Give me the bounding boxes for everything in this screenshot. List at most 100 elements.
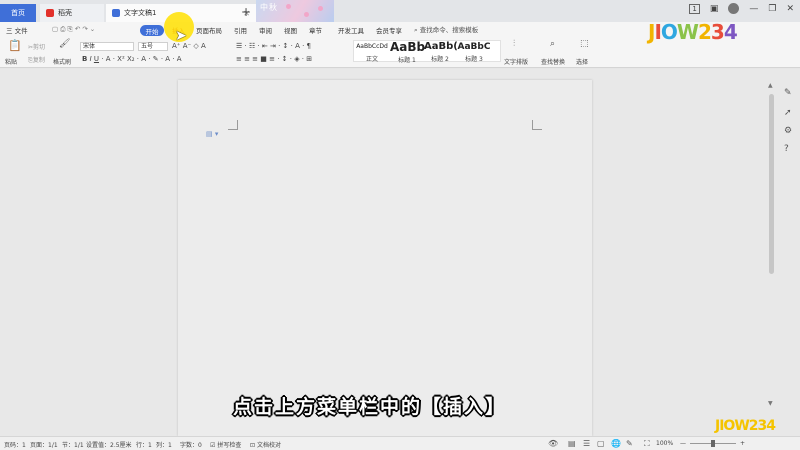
- maximize-icon[interactable]: ❐: [768, 4, 776, 14]
- festival-banner[interactable]: 中秋: [256, 0, 334, 22]
- style-heading-1[interactable]: AaBb 标题 1: [390, 40, 426, 64]
- select-icon[interactable]: ⬚: [580, 39, 589, 49]
- tab-view[interactable]: 视图: [284, 25, 297, 35]
- status-pages[interactable]: 页面：1/1: [30, 440, 58, 449]
- document-workspace: ▤ ▾: [0, 69, 800, 436]
- spell-check-toggle[interactable]: ☑ 拼写检查: [210, 440, 241, 449]
- avatar[interactable]: [728, 3, 740, 14]
- vertical-scrollbar[interactable]: ▲ ▼: [768, 80, 776, 420]
- pointer-icon[interactable]: ➚: [784, 108, 792, 118]
- edit-icon[interactable]: ✎: [784, 88, 792, 98]
- style-normal[interactable]: AaBbCcDd 正文: [356, 40, 388, 63]
- paragraph-icon[interactable]: ▤ ▾: [206, 130, 218, 138]
- paste-button[interactable]: 粘贴: [5, 57, 17, 66]
- right-tool-panel: ✎ ➚ ⚙ ?: [778, 82, 800, 422]
- search-text: 查找命令、搜索模板: [419, 26, 479, 34]
- status-setting[interactable]: 设置值：2.5厘米: [86, 440, 132, 449]
- status-section[interactable]: 节：1/1: [62, 440, 84, 449]
- copy-button[interactable]: ⎘复制: [28, 55, 45, 65]
- web-view-icon[interactable]: 🌐: [611, 439, 621, 448]
- tab-member[interactable]: 会员专享: [376, 25, 402, 35]
- reading-view-icon[interactable]: ▢: [597, 439, 605, 448]
- text-layout-button[interactable]: 文字排版: [504, 57, 528, 66]
- settings-icon[interactable]: ⚙: [784, 126, 792, 136]
- mouse-cursor-icon: ➤: [175, 28, 187, 44]
- spell-check-label: 拼写检查: [217, 442, 242, 449]
- zoom-level[interactable]: 100%: [656, 440, 673, 447]
- copy-label: 复制: [32, 57, 45, 64]
- window-controls: 1 ▣ — ❐ ✕: [689, 3, 794, 14]
- toolbar-quick-icons[interactable]: ▢ ⎙ ⎘ ↶ ↷ ⌄: [52, 25, 95, 34]
- zoom-in-icon[interactable]: +: [740, 440, 745, 447]
- bold-italic-underline-icons[interactable]: B I U · A · X² X₂ · A · ✎ · A · A: [82, 55, 182, 63]
- outline-view-icon[interactable]: ☰: [583, 439, 590, 448]
- checkbox-icon: ☑: [210, 442, 216, 449]
- text-layout-icon[interactable]: ⫶: [513, 39, 515, 49]
- font-size-select[interactable]: 五号: [138, 42, 168, 51]
- write-view-icon[interactable]: ✎: [626, 439, 633, 448]
- window-badge[interactable]: 1: [689, 3, 700, 14]
- style-heading-3-label: 标题 3: [465, 56, 483, 63]
- scroll-down-icon[interactable]: ▼: [768, 400, 773, 407]
- tab-review[interactable]: 审阅: [259, 25, 272, 35]
- petal-icon: [318, 6, 323, 11]
- style-heading-2[interactable]: AaBb( 标题 2: [424, 40, 458, 63]
- tile-icon[interactable]: ▣: [710, 4, 719, 14]
- scroll-thumb[interactable]: [769, 94, 774, 274]
- margin-corner-top-left: [228, 120, 238, 130]
- find-replace-button[interactable]: 查找替换: [541, 57, 565, 66]
- format-painter-icon[interactable]: 🖌: [59, 39, 70, 49]
- daoke-icon: [46, 9, 54, 17]
- tab-developer[interactable]: 开发工具: [338, 25, 364, 35]
- font-name-select[interactable]: 宋体: [80, 42, 134, 51]
- search-icon: ⌕: [414, 26, 418, 34]
- tab-home-label: 首页: [11, 9, 25, 17]
- status-page-number[interactable]: 页码：1: [4, 440, 26, 449]
- proof-icon: ⊡: [250, 442, 256, 449]
- style-normal-label: 正文: [365, 56, 378, 63]
- zoom-slider-knob[interactable]: [711, 440, 715, 447]
- tab-home[interactable]: 首页: [0, 4, 36, 22]
- help-icon[interactable]: ?: [784, 144, 789, 154]
- page-view-icon[interactable]: ▤: [568, 439, 576, 448]
- select-button[interactable]: 选择: [576, 57, 588, 66]
- fit-icon[interactable]: ⛶: [644, 439, 650, 449]
- proofread-label: 文档校对: [256, 442, 281, 449]
- scroll-up-icon[interactable]: ▲: [768, 82, 773, 89]
- title-bar: 首页 稻壳 文字文稿1 ✕ + 中秋 1 ▣ — ❐ ✕: [0, 0, 800, 22]
- paste-icon[interactable]: 📋: [8, 39, 22, 52]
- status-row[interactable]: 行：1: [136, 440, 152, 449]
- zoom-out-icon[interactable]: —: [680, 440, 686, 447]
- document-icon: [112, 9, 120, 17]
- proofread-button[interactable]: ⊡ 文档校对: [250, 440, 281, 449]
- status-col[interactable]: 列：1: [156, 440, 172, 449]
- tab-daoke[interactable]: 稻壳: [40, 4, 104, 22]
- new-tab-icon[interactable]: +: [241, 5, 251, 19]
- site-logo: JIOW234: [648, 20, 738, 44]
- eye-protection-icon[interactable]: 👁: [548, 439, 558, 448]
- cut-label: 剪切: [33, 44, 46, 51]
- menu-file[interactable]: 三 文件: [6, 25, 28, 35]
- tab-chapter[interactable]: 章节: [309, 25, 322, 35]
- minimize-icon[interactable]: —: [749, 4, 758, 14]
- style-heading-1-sample: AaBb: [390, 40, 426, 54]
- style-normal-sample: AaBbCcDd: [356, 43, 388, 50]
- status-word-count[interactable]: 字数：0: [180, 440, 202, 449]
- command-search[interactable]: ⌕ 查找命令、搜索模板: [414, 24, 478, 35]
- list-icons[interactable]: ☰ · ☷ · ⇤ ⇥ · ↕ · A · ¶: [236, 42, 311, 50]
- style-heading-2-label: 标题 2: [431, 56, 449, 63]
- close-icon[interactable]: ✕: [786, 4, 794, 14]
- format-painter-button[interactable]: 格式刷: [53, 57, 71, 66]
- tab-reference[interactable]: 引用: [234, 25, 247, 35]
- petal-icon: [286, 4, 291, 9]
- find-replace-icon[interactable]: ⌕: [550, 39, 555, 49]
- site-logo-small: JIOW234: [715, 418, 776, 434]
- document-page[interactable]: [178, 80, 592, 436]
- style-heading-3[interactable]: AaBbC 标题 3: [457, 40, 491, 63]
- align-icons[interactable]: ≡ ≡ ≡ ■ ≡ · ↕ · ◈ · ⊞: [236, 55, 312, 63]
- tab-page-layout[interactable]: 页面布局: [196, 25, 222, 35]
- cut-button[interactable]: ✂剪切: [28, 42, 45, 51]
- tab-start[interactable]: 开始: [140, 25, 164, 36]
- style-heading-3-sample: AaBbC: [457, 42, 491, 52]
- tab-document-label: 文字文稿1: [124, 9, 157, 17]
